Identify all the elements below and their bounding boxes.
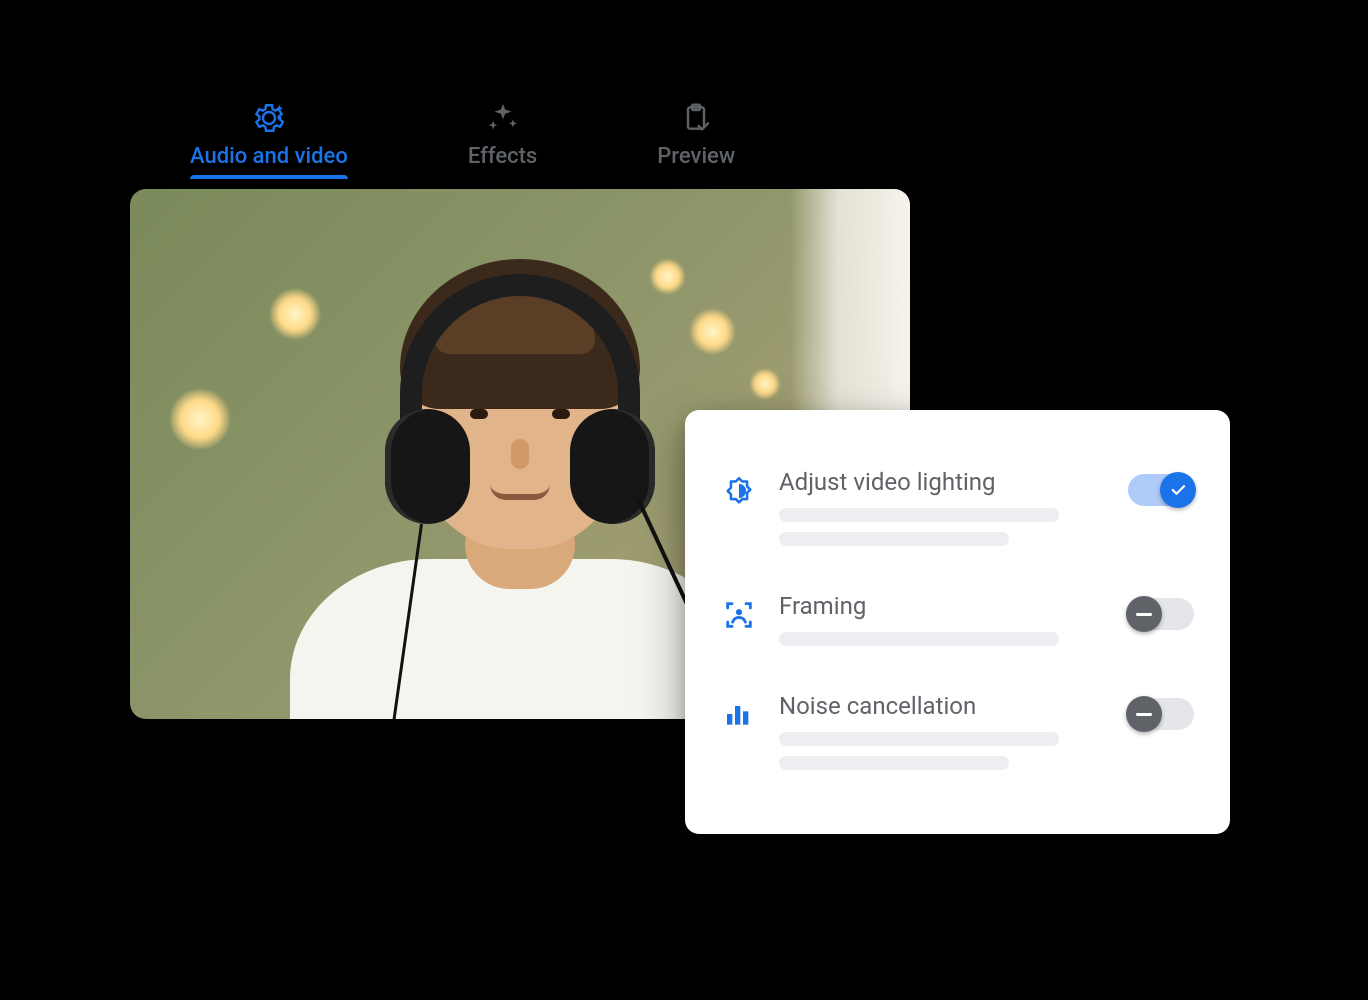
setting-description-placeholder <box>779 508 1059 522</box>
setting-title: Noise cancellation <box>779 692 1106 720</box>
setting-framing: Framing <box>721 574 1194 674</box>
setting-title: Adjust video lighting <box>779 468 1106 496</box>
audio-video-settings-panel: Adjust video lighting Framing <box>685 410 1230 834</box>
setting-description-placeholder <box>779 756 1009 770</box>
setting-description-placeholder <box>779 532 1009 546</box>
toggle-noise-cancellation[interactable] <box>1128 698 1194 730</box>
settings-tabs: Audio and video Effects Preview <box>130 100 1230 179</box>
setting-adjust-video-lighting: Adjust video lighting <box>721 450 1194 574</box>
setting-description-placeholder <box>779 732 1059 746</box>
toggle-adjust-video-lighting[interactable] <box>1128 474 1194 506</box>
gear-sparkle-icon <box>251 100 287 136</box>
tab-audio-and-video[interactable]: Audio and video <box>190 100 348 179</box>
tab-label: Audio and video <box>190 144 348 169</box>
clipboard-check-icon <box>678 100 714 136</box>
tab-label: Preview <box>657 144 735 169</box>
framing-icon <box>721 598 757 632</box>
sparkles-icon <box>485 100 521 136</box>
equalizer-icon <box>721 698 757 730</box>
setting-title: Framing <box>779 592 1106 620</box>
brightness-icon <box>721 474 757 508</box>
tab-preview[interactable]: Preview <box>657 100 735 179</box>
setting-description-placeholder <box>779 632 1059 646</box>
tab-effects[interactable]: Effects <box>468 100 537 179</box>
tab-label: Effects <box>468 144 537 169</box>
toggle-framing[interactable] <box>1128 598 1194 630</box>
setting-noise-cancellation: Noise cancellation <box>721 674 1194 798</box>
